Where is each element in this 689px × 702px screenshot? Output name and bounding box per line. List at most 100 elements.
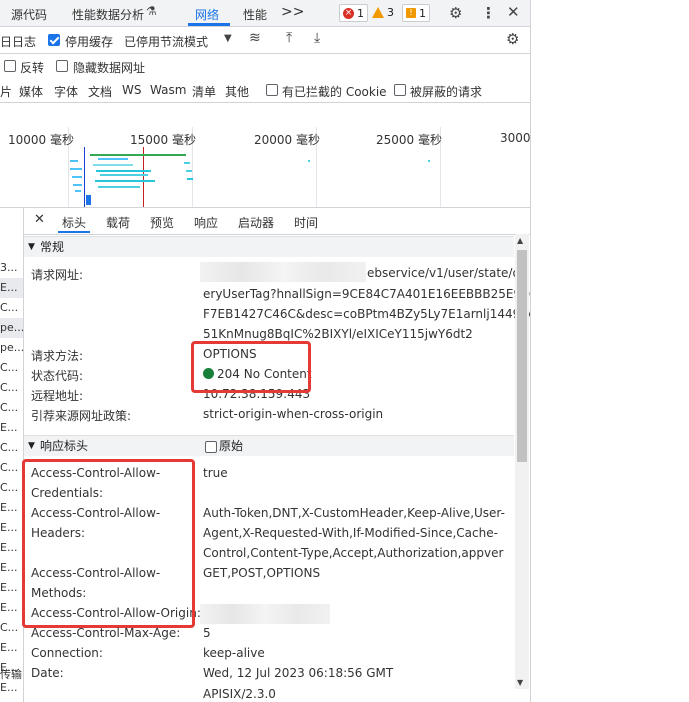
request-row[interactable]: C...: [0, 358, 23, 378]
type-filter-img[interactable]: 片: [0, 83, 12, 100]
invert-checkbox[interactable]: [4, 60, 16, 72]
request-row[interactable]: E...: [0, 578, 23, 598]
network-toolbar: 日日志 停用缓存 已停用节流模式 ▼ ≋ ⤒ ⤓ ⚙: [0, 27, 530, 54]
waterfall-bar: [308, 160, 310, 162]
type-filter-wasm[interactable]: Wasm: [150, 83, 186, 97]
network-settings-gear-icon[interactable]: ⚙: [506, 30, 519, 48]
annotation-highlight-box: [191, 341, 311, 393]
tab-initiator[interactable]: 启动器: [238, 214, 274, 231]
issues-badge[interactable]: ! 1: [402, 4, 430, 22]
export-har-download-icon[interactable]: ⤓: [314, 30, 320, 46]
error-icon: ×: [343, 7, 354, 19]
preserve-log-label[interactable]: 日日志: [0, 33, 36, 50]
raw-headers-checkbox[interactable]: [205, 441, 217, 453]
request-row[interactable]: pe...: [0, 318, 23, 338]
scroll-up-icon[interactable]: ▲: [517, 236, 523, 245]
hide-data-urls-checkbox[interactable]: [56, 60, 68, 72]
close-devtools-icon[interactable]: ✕: [507, 3, 520, 21]
request-row[interactable]: E...: [0, 418, 23, 438]
scroll-down-icon[interactable]: ▼: [517, 678, 523, 687]
active-detail-tab-indicator: [58, 231, 90, 233]
errors-badge[interactable]: × 1: [339, 4, 368, 22]
waterfall-bar: [70, 168, 82, 170]
tick-label: 3000: [500, 131, 531, 145]
filter-options-row: 反转 隐藏数据网址: [0, 54, 530, 78]
redacted-host: [200, 262, 366, 282]
request-row[interactable]: E...: [0, 498, 23, 518]
issues-count: 1: [419, 6, 426, 20]
close-detail-icon[interactable]: ✕: [34, 212, 45, 227]
tab-performance[interactable]: 性能: [243, 6, 267, 23]
annotation-highlight-box: [22, 459, 195, 628]
tab-timing[interactable]: 时间: [294, 214, 318, 231]
request-row[interactable]: C...: [0, 378, 23, 398]
waterfall-bar: [96, 170, 151, 172]
header-value: keep-alive: [203, 646, 265, 660]
waterfall-bar: [186, 170, 192, 172]
waterfall-bar: [93, 164, 133, 166]
request-list: 3... E... C... pe... pe... C... C... C... E... C.…: [0, 208, 24, 702]
header-name: Date:: [31, 666, 64, 680]
type-filter-media[interactable]: 媒体: [19, 83, 43, 100]
tick-label: 20000 毫秒: [254, 133, 320, 147]
blocked-requests-checkbox[interactable]: [394, 84, 406, 96]
tab-payload[interactable]: 载荷: [106, 214, 130, 231]
request-row[interactable]: E...: [0, 598, 23, 618]
more-tabs-icon[interactable]: >>: [281, 4, 304, 20]
request-row[interactable]: E...: [0, 638, 23, 658]
disable-cache-checkbox[interactable]: [48, 34, 60, 46]
request-row[interactable]: C...: [0, 478, 23, 498]
type-filter-font[interactable]: 字体: [54, 83, 78, 100]
request-row[interactable]: 传输: [0, 665, 23, 685]
request-url-line: 51KnMnug8BqIC%2BIXYl/eIXICeY115jwY6dt2: [203, 327, 473, 341]
request-row[interactable]: E...: [0, 278, 23, 298]
general-section-header[interactable]: ▼ 常规: [24, 236, 514, 257]
request-row[interactable]: 3...: [0, 258, 23, 278]
tick-label: 15000 毫秒: [130, 133, 196, 147]
tab-headers[interactable]: 标头: [62, 214, 86, 231]
request-row[interactable]: C...: [0, 458, 23, 478]
settings-gear-icon[interactable]: ⚙: [449, 4, 462, 22]
errors-count: 1: [357, 6, 364, 20]
timeline-overview[interactable]: 10000 毫秒 15000 毫秒 20000 毫秒 25000 毫秒 3000: [0, 127, 530, 208]
header-value: Control,Content-Type,Accept,Authorizatio…: [203, 546, 504, 560]
request-row[interactable]: pe...: [0, 338, 23, 358]
invert-label: 反转: [20, 61, 45, 75]
blocked-cookies-checkbox[interactable]: [266, 84, 278, 96]
type-filter-manifest[interactable]: 清单: [192, 83, 216, 100]
request-row[interactable]: E...: [0, 518, 23, 538]
waterfall-bar: [72, 176, 82, 178]
header-value: Wed, 12 Jul 2023 06:18:56 GMT: [203, 666, 394, 680]
disable-cache-label[interactable]: 停用缓存: [65, 33, 113, 50]
response-headers-section-header[interactable]: ▼ 响应标头 原始: [24, 435, 514, 456]
import-har-upload-icon[interactable]: ⤒: [286, 30, 292, 46]
type-filter-doc[interactable]: 文档: [88, 83, 112, 100]
type-filter-ws[interactable]: WS: [122, 83, 141, 97]
tab-sources[interactable]: 源代码: [11, 6, 47, 23]
request-row[interactable]: E...: [0, 538, 23, 558]
tab-network[interactable]: 网络: [195, 6, 219, 23]
request-row[interactable]: C...: [0, 438, 23, 458]
waterfall-bar: [70, 160, 78, 162]
header-value: true: [203, 466, 228, 480]
warning-icon: [372, 6, 384, 18]
throttling-select[interactable]: 已停用节流模式: [124, 33, 208, 50]
type-filter-other[interactable]: 其他: [225, 83, 249, 100]
waterfall-bar: [95, 180, 155, 182]
header-value: GET,POST,OPTIONS: [203, 566, 321, 580]
tab-performance-insights[interactable]: 性能数据分析: [72, 6, 144, 23]
warnings-badge[interactable]: 3: [369, 4, 397, 20]
tab-response[interactable]: 响应: [194, 214, 218, 231]
header-name: Access-Control-Max-Age:: [31, 626, 181, 640]
network-conditions-wifi-icon[interactable]: ≋: [249, 30, 261, 46]
warnings-count: 3: [387, 5, 394, 19]
remote-address-label: 远程地址:: [31, 389, 84, 403]
request-row[interactable]: C...: [0, 398, 23, 418]
request-row[interactable]: C...: [0, 298, 23, 318]
more-options-icon[interactable]: ⋮: [481, 4, 496, 22]
dropdown-arrow-icon[interactable]: ▼: [224, 33, 232, 44]
scrollbar-thumb[interactable]: [517, 250, 527, 462]
tab-preview[interactable]: 预览: [150, 214, 174, 231]
request-row[interactable]: C...: [0, 618, 23, 638]
request-row[interactable]: E...: [0, 558, 23, 578]
